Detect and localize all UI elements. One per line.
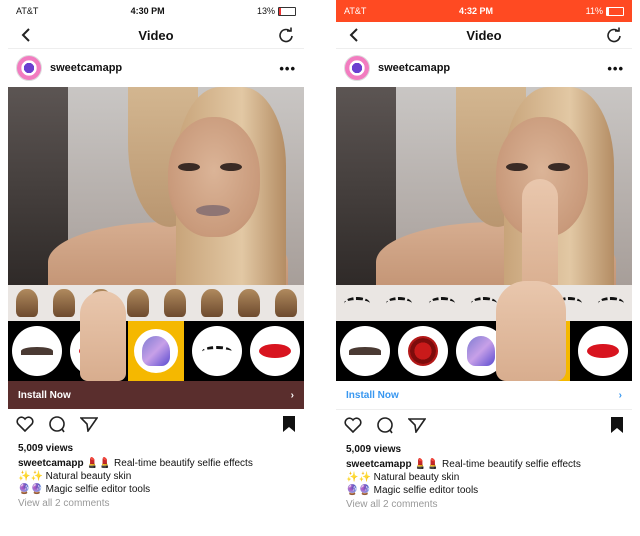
caption-user[interactable]: sweetcamapp [346, 459, 412, 470]
chevron-right-icon: › [618, 389, 622, 401]
hairstyle-option[interactable] [274, 289, 297, 317]
lipstick-tool-icon[interactable] [578, 326, 628, 376]
makeup-tool-row [8, 291, 304, 381]
install-now-button[interactable]: Install Now › [8, 381, 304, 409]
caption-line-2: ✨✨ Natural beauty skin [18, 471, 132, 482]
view-count: 5,009 views [18, 443, 74, 454]
share-icon[interactable] [79, 416, 99, 437]
makeup-tool-row [336, 281, 632, 381]
refresh-icon[interactable] [278, 27, 294, 43]
carrier-label: AT&T [16, 6, 39, 16]
avatar[interactable] [16, 55, 42, 81]
comment-icon[interactable] [376, 416, 394, 439]
hairstyle-option[interactable] [163, 289, 186, 317]
eyelash-option[interactable] [386, 296, 413, 310]
caption-line-3: 🔮🔮 Magic selfie editor tools [346, 485, 479, 496]
view-comments-link[interactable]: View all 2 comments [8, 496, 304, 511]
hairstyle-option[interactable] [15, 289, 38, 317]
nav-bar: Video [8, 22, 304, 49]
caption-line-2: ✨✨ Natural beauty skin [346, 472, 460, 483]
carrier-label: AT&T [344, 6, 367, 16]
finger-overlay [80, 291, 126, 381]
comment-icon[interactable] [48, 415, 66, 438]
bookmark-icon[interactable] [282, 415, 296, 438]
hand-overlay [496, 281, 566, 381]
status-bar: AT&T 4:32 PM 11% [336, 0, 632, 22]
install-now-label: Install Now [346, 389, 399, 401]
page-title: Video [466, 27, 502, 43]
bookmark-icon[interactable] [610, 416, 624, 439]
post-header: sweetcamapp ••• [336, 49, 632, 87]
hairstyle-option[interactable] [237, 289, 260, 317]
refresh-icon[interactable] [606, 27, 622, 43]
hairstyle-option[interactable] [200, 289, 223, 317]
heart-icon[interactable] [16, 415, 34, 437]
view-count: 5,009 views [346, 444, 402, 455]
page-title: Video [138, 27, 174, 43]
phone-screen-1: AT&T 4:30 PM 13% Video sweetcamapp ••• I… [8, 0, 304, 536]
status-bar: AT&T 4:30 PM 13% [8, 0, 304, 22]
rose-tool-icon[interactable] [398, 326, 448, 376]
install-now-button[interactable]: Install Now › [336, 381, 632, 410]
battery-icon [278, 6, 296, 16]
hairstyle-option[interactable] [126, 289, 149, 317]
back-arrow-icon[interactable] [346, 27, 362, 43]
account-name[interactable]: sweetcamapp [378, 62, 599, 74]
avatar[interactable] [344, 55, 370, 81]
post-image[interactable] [336, 87, 632, 285]
post-actions [336, 410, 632, 444]
eyebrow-tool-icon[interactable] [340, 326, 390, 376]
phone-screen-2: AT&T 4:32 PM 11% Video sweetcamapp ••• I… [336, 0, 632, 536]
finger-overlay [522, 179, 558, 285]
share-icon[interactable] [407, 417, 427, 438]
lipstick-tool-icon[interactable] [250, 326, 300, 376]
post-actions [8, 409, 304, 443]
chevron-right-icon: › [290, 389, 294, 401]
post-image[interactable] [8, 87, 304, 285]
hairstyle-strip[interactable] [8, 285, 304, 321]
eyelash-tool-icon[interactable] [192, 326, 242, 376]
install-now-label: Install Now [18, 389, 71, 401]
eyebrow-tool-icon[interactable] [12, 326, 62, 376]
wig-tool-icon[interactable] [128, 321, 184, 381]
eyelash-option[interactable] [344, 296, 371, 310]
nav-bar: Video [336, 22, 632, 49]
view-comments-link[interactable]: View all 2 comments [336, 497, 632, 512]
eyelash-option[interactable] [597, 296, 624, 310]
eyelash-strip[interactable] [336, 285, 632, 321]
time-label: 4:32 PM [458, 6, 493, 16]
battery-percent: 13% [256, 6, 275, 16]
caption-text: 💄💄 Real-time beautify selfie effects [86, 458, 253, 469]
back-arrow-icon[interactable] [18, 27, 34, 43]
caption: sweetcamapp 💄💄 Real-time beautify selfie… [8, 457, 304, 470]
caption-user[interactable]: sweetcamapp [18, 458, 84, 469]
time-label: 4:30 PM [130, 6, 165, 16]
caption-line-3: 🔮🔮 Magic selfie editor tools [18, 484, 151, 495]
more-options-icon[interactable]: ••• [279, 61, 296, 76]
hairstyle-option[interactable] [52, 289, 75, 317]
more-options-icon[interactable]: ••• [607, 61, 624, 76]
caption-text: 💄💄 Real-time beautify selfie effects [414, 459, 581, 470]
heart-icon[interactable] [344, 416, 362, 438]
caption: sweetcamapp 💄💄 Real-time beautify selfie… [336, 458, 632, 471]
battery-icon [606, 6, 624, 16]
eyelash-option[interactable] [470, 296, 497, 310]
account-name[interactable]: sweetcamapp [50, 62, 271, 74]
battery-percent: 11% [585, 6, 603, 16]
eyelash-option[interactable] [428, 296, 455, 310]
post-header: sweetcamapp ••• [8, 49, 304, 87]
